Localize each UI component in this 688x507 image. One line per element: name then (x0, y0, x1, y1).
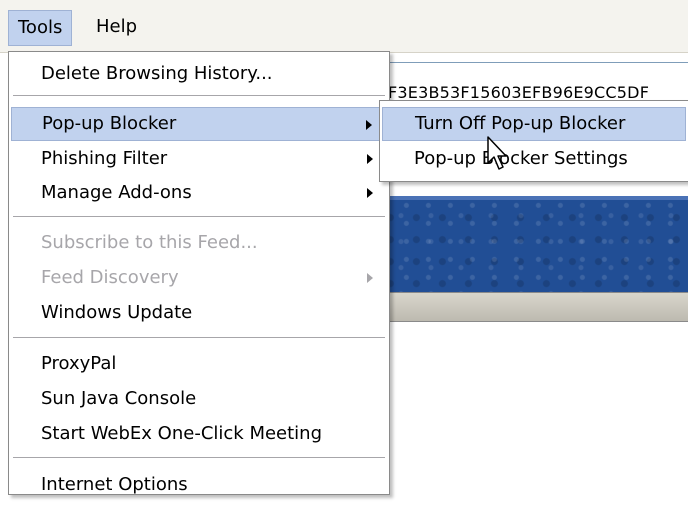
popup-blocker-submenu: Turn Off Pop-up Blocker Pop-up Blocker S… (379, 100, 688, 182)
menu-item-feed-discovery: Feed Discovery (11, 261, 387, 295)
menu-item-internet-options[interactable]: Internet Options (11, 468, 387, 502)
menu-tools[interactable]: Tools (8, 10, 73, 46)
menu-item-subscribe-feed: Subscribe to this Feed... (11, 226, 387, 260)
menu-item-manage-add-ons[interactable]: Manage Add-ons (11, 176, 387, 210)
menu-item-label: Subscribe to this Feed... (41, 232, 258, 253)
menu-item-start-webex-meeting[interactable]: Start WebEx One-Click Meeting (11, 417, 387, 451)
tools-dropdown-menu: Delete Browsing History... Pop-up Blocke… (8, 51, 390, 495)
menu-separator (13, 216, 385, 218)
submenu-item-popup-blocker-settings[interactable]: Pop-up Blocker Settings (382, 142, 686, 176)
menu-item-popup-blocker[interactable]: Pop-up Blocker (11, 107, 387, 141)
menu-item-label: Sun Java Console (41, 388, 197, 409)
menu-item-delete-browsing-history[interactable]: Delete Browsing History... (11, 57, 387, 91)
menu-item-label: Internet Options (41, 474, 188, 495)
menu-item-sun-java-console[interactable]: Sun Java Console (11, 382, 387, 416)
menu-separator (13, 95, 385, 97)
submenu-arrow-icon (366, 120, 372, 130)
menu-separator (13, 337, 385, 339)
menu-help[interactable]: Help (87, 10, 146, 44)
page-banner (380, 196, 688, 296)
menu-item-label: Start WebEx One-Click Meeting (41, 423, 323, 444)
submenu-arrow-icon (367, 154, 373, 164)
submenu-item-turn-off-popup-blocker[interactable]: Turn Off Pop-up Blocker (382, 107, 686, 141)
menu-item-label: ProxyPal (41, 353, 117, 374)
menu-item-label: Manage Add-ons (41, 182, 192, 203)
menu-item-label: Phishing Filter (41, 148, 168, 169)
menu-item-phishing-filter[interactable]: Phishing Filter (11, 142, 387, 176)
menu-item-windows-update[interactable]: Windows Update (11, 296, 387, 330)
menu-item-label: Delete Browsing History... (41, 63, 273, 84)
mouse-pointer-icon (487, 136, 507, 170)
submenu-arrow-icon (367, 188, 373, 198)
menu-item-label: Pop-up Blocker Settings (414, 148, 628, 169)
menu-item-label: Windows Update (41, 302, 193, 323)
page-strip (380, 292, 688, 322)
menu-separator (13, 457, 385, 459)
menu-item-label: Turn Off Pop-up Blocker (415, 113, 626, 134)
menu-item-proxypal[interactable]: ProxyPal (11, 347, 387, 381)
menu-bar: Tools Help (0, 0, 688, 53)
menu-item-label: Pop-up Blocker (42, 113, 177, 134)
submenu-arrow-icon (367, 273, 373, 283)
menu-item-label: Feed Discovery (41, 267, 179, 288)
